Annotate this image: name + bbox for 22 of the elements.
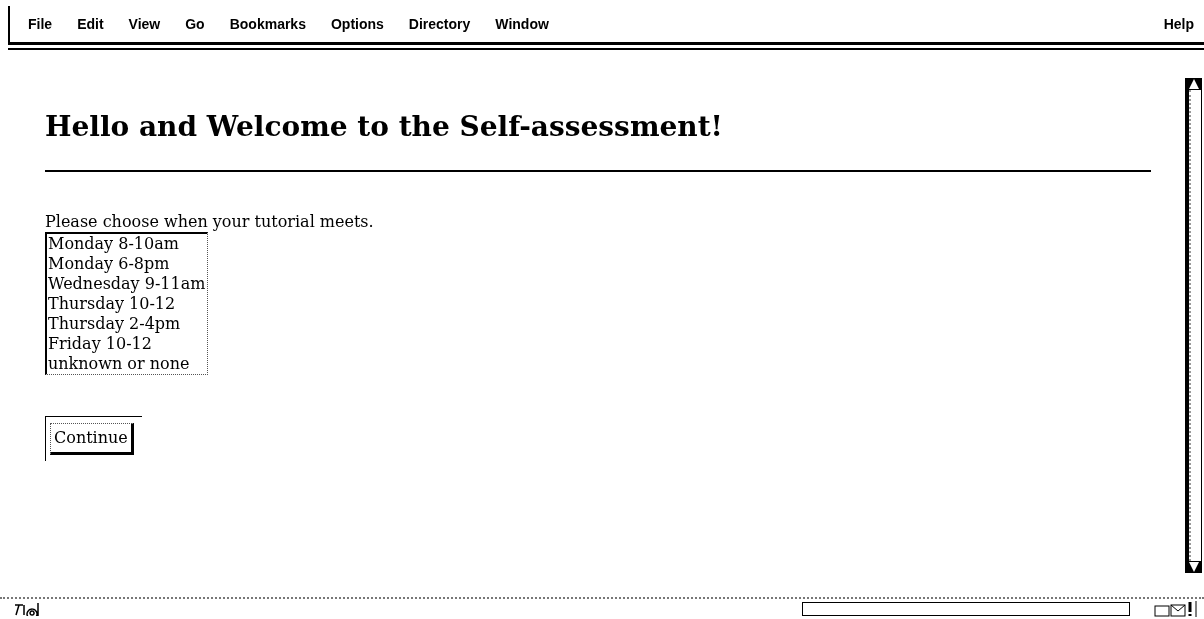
listbox-option[interactable]: Wednesday 9-11am [48, 273, 206, 294]
scrollbar[interactable] [1185, 78, 1202, 573]
menu-item[interactable]: Go [185, 13, 218, 35]
mail-icon[interactable] [1154, 600, 1200, 618]
listbox-option[interactable]: unknown or none [48, 353, 206, 374]
menu-item[interactable]: View [128, 13, 174, 35]
listbox-option[interactable]: Thursday 10-12 [48, 293, 206, 314]
page-heading: Hello and Welcome to the Self-assessment! [45, 110, 724, 144]
continue-button[interactable]: Continue [50, 422, 134, 455]
menu-item[interactable]: File [28, 13, 66, 35]
menu-item[interactable]: Edit [77, 13, 117, 35]
time-listbox[interactable]: Monday 8-10am Monday 6-8pm Wednesday 9-11am Thursday 10-12 Thursday 2-4pm Friday 10-12 unknown or none [45, 231, 209, 375]
listbox-option[interactable]: Friday 10-12 [48, 333, 206, 354]
menu-item[interactable]: Window [495, 13, 562, 35]
prompt-text: Please choose when your tutorial meets. [45, 211, 375, 232]
listbox-option[interactable]: Monday 8-10am [48, 233, 206, 254]
listbox-option[interactable]: Thursday 2-4pm [48, 313, 206, 334]
listbox-option[interactable]: Monday 6-8pm [48, 253, 206, 274]
menu-item[interactable]: Options [330, 13, 397, 35]
help-menu[interactable]: Help [1163, 13, 1194, 35]
menu-item[interactable]: Bookmarks [229, 13, 319, 35]
menu-item[interactable]: Directory [408, 13, 484, 35]
